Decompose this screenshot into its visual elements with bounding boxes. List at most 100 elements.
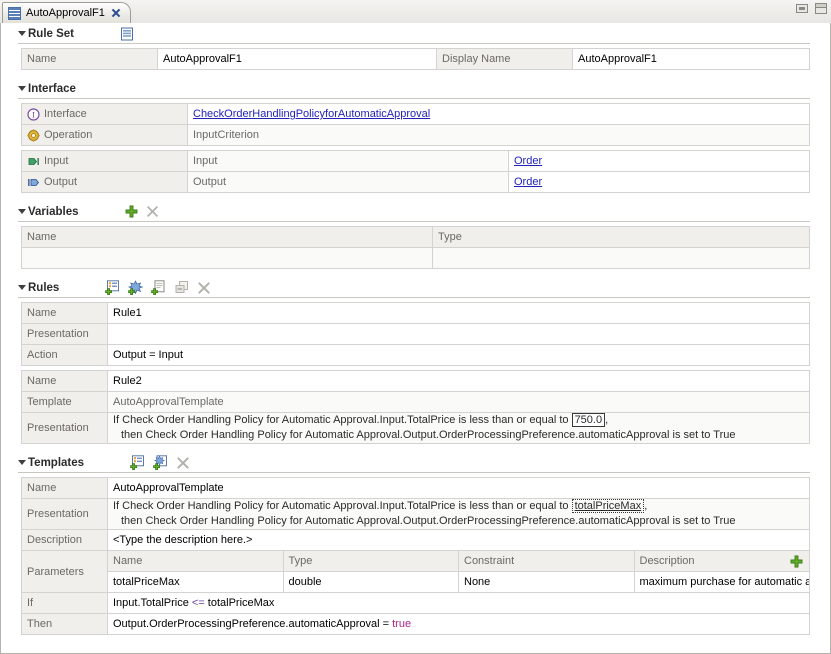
section-header-templates[interactable]: Templates — [1, 452, 830, 473]
editor-tab-bar: AutoApprovalF1 — [0, 0, 831, 24]
input-type-value[interactable]: Order — [508, 150, 810, 172]
parameter-constraint-value[interactable]: None — [458, 571, 635, 593]
input-type-link[interactable]: Order — [514, 155, 542, 167]
section-title-rules: Rules — [28, 281, 60, 294]
chevron-down-icon[interactable] — [18, 460, 26, 465]
table-row: Output Output Order — [21, 171, 810, 193]
ruleset-properties-icon[interactable] — [120, 27, 134, 41]
parameters-column-constraint[interactable]: Constraint — [458, 550, 635, 572]
template-if-value[interactable]: Input.TotalPrice <= totalPriceMax — [107, 592, 810, 614]
template-presentation-parameter-placeholder[interactable]: totalPriceMax — [571, 499, 645, 513]
output-row-label: Output — [21, 171, 188, 193]
section-tools-rules — [101, 280, 216, 295]
operation-row-label: Operation — [21, 124, 188, 146]
chevron-down-icon[interactable] — [18, 86, 26, 91]
table-row[interactable] — [21, 247, 810, 269]
parameter-type-value[interactable]: double — [282, 571, 459, 593]
table-row[interactable]: totalPriceMax double None maximum purcha… — [22, 571, 810, 593]
rule2-name-value[interactable]: Rule2 — [107, 370, 810, 392]
output-type-value[interactable]: Order — [508, 171, 810, 193]
section-tools-ruleset — [116, 26, 139, 41]
template-presentation-value[interactable]: If Check Order Handling Policy for Autom… — [107, 498, 810, 530]
ruleset-name-value[interactable]: AutoApprovalF1 — [157, 48, 437, 70]
section-templates: Templates Name AutoApprovalTemplate Pres… — [1, 452, 830, 635]
rule2-presentation-label: Presentation — [21, 412, 108, 444]
svg-text:I: I — [32, 110, 35, 119]
section-header-rules[interactable]: Rules — [1, 277, 830, 298]
rule2-presentation-boxed-value[interactable]: 750.0 — [571, 413, 606, 427]
section-header-variables[interactable]: Variables — [1, 201, 830, 222]
editor-content: Rule Set Name AutoApprovalF1 Display Nam… — [1, 23, 830, 643]
rule2-presentation-line1-post: , — [605, 414, 609, 426]
parameter-name-value[interactable]: totalPriceMax — [107, 571, 284, 593]
variables-column-name[interactable]: Name — [21, 226, 433, 248]
template-presentation-line2: then Check Order Handling Policy for Aut… — [121, 515, 736, 527]
parameters-column-name[interactable]: Name — [107, 550, 284, 572]
rule1-presentation-label: Presentation — [21, 323, 108, 345]
copy-rule-icon[interactable] — [151, 280, 166, 295]
convert-rule-icon — [175, 281, 189, 293]
add-template-icon[interactable] — [130, 455, 145, 470]
close-icon[interactable] — [110, 7, 122, 19]
template-if-operator: <= — [191, 597, 205, 609]
table-header-row: Name Type — [21, 226, 810, 248]
rule1-name-value[interactable]: Rule1 — [107, 302, 810, 324]
rule2-presentation-value[interactable]: If Check Order Handling Policy for Autom… — [107, 412, 810, 444]
minimize-button[interactable] — [796, 4, 808, 13]
table-row: Then Output.OrderProcessingPreference.au… — [21, 613, 810, 635]
rule1-presentation-value[interactable] — [107, 323, 810, 345]
ruleset-icon — [8, 6, 21, 20]
add-decision-table-template-icon[interactable] — [153, 455, 168, 470]
interface-row-label: I Interface — [21, 103, 188, 125]
parameter-description-value[interactable]: maximum purchase for automatic approval — [633, 571, 810, 593]
template-table: Name AutoApprovalTemplate Presentation I… — [21, 477, 810, 635]
interface-value[interactable]: CheckOrderHandlingPolicyforAutomaticAppr… — [187, 103, 810, 125]
interface-link[interactable]: CheckOrderHandlingPolicyforAutomaticAppr… — [193, 108, 430, 120]
editor-tab-label: AutoApprovalF1 — [26, 7, 105, 19]
chevron-down-icon[interactable] — [18, 31, 26, 36]
variables-empty-name-cell[interactable] — [21, 247, 433, 269]
parameters-column-type[interactable]: Type — [282, 550, 459, 572]
output-label: Output — [44, 176, 78, 188]
rule1-action-label: Action — [21, 344, 108, 366]
ruleset-display-name-value[interactable]: AutoApprovalF1 — [572, 48, 810, 70]
add-parameter-icon[interactable] — [790, 555, 803, 568]
editor-tab-autoapprovalf1[interactable]: AutoApprovalF1 — [2, 2, 131, 23]
input-arrow-icon — [28, 157, 39, 165]
section-tools-templates — [126, 455, 195, 470]
rule2-template-value[interactable]: AutoApprovalTemplate — [107, 391, 810, 413]
delete-rule-icon — [198, 281, 211, 294]
section-header-ruleset[interactable]: Rule Set — [1, 23, 830, 44]
table-row: Name Rule1 — [21, 302, 810, 324]
output-arrow-icon — [28, 178, 40, 186]
interface-parameters-table: Input Input Order Output Output Order — [21, 150, 810, 193]
output-type-link[interactable]: Order — [514, 176, 542, 188]
table-row: If Input.TotalPrice <= totalPriceMax — [21, 592, 810, 614]
table-row: Template AutoApprovalTemplate — [21, 391, 810, 413]
rule2-presentation-line2: then Check Order Handling Policy for Aut… — [121, 429, 736, 441]
template-name-value[interactable]: AutoApprovalTemplate — [107, 477, 810, 499]
add-template-rule-icon[interactable] — [128, 280, 144, 295]
template-then-value[interactable]: Output.OrderProcessingPreference.automat… — [107, 613, 810, 635]
template-description-value[interactable]: <Type the description here.> — [107, 529, 810, 551]
table-row: Presentation If Check Order Handling Pol… — [21, 498, 810, 530]
add-rule-icon[interactable] — [105, 280, 120, 295]
section-title-variables: Variables — [28, 205, 79, 218]
input-label: Input — [44, 155, 69, 167]
operation-value[interactable]: InputCriterion — [187, 124, 810, 146]
variables-empty-type-cell[interactable] — [432, 247, 810, 269]
variables-column-type[interactable]: Type — [432, 226, 810, 248]
table-row: I Interface CheckOrderHandlingPolicyforA… — [21, 103, 810, 125]
interface-table: I Interface CheckOrderHandlingPolicyforA… — [21, 103, 810, 146]
rule1-action-value[interactable]: Output = Input — [107, 344, 810, 366]
chevron-down-icon[interactable] — [18, 209, 26, 214]
section-rules: Rules Name Rule1 Presentation Action Out… — [1, 277, 830, 444]
section-header-interface[interactable]: Interface — [1, 78, 830, 99]
input-name-value: Input — [187, 150, 509, 172]
parameters-column-description[interactable]: Description — [633, 550, 810, 572]
template-then-label: Then — [21, 613, 108, 635]
add-variable-icon[interactable] — [125, 205, 138, 218]
chevron-down-icon[interactable] — [18, 285, 26, 290]
maximize-button[interactable] — [815, 3, 827, 14]
table-row: Presentation — [21, 323, 810, 345]
